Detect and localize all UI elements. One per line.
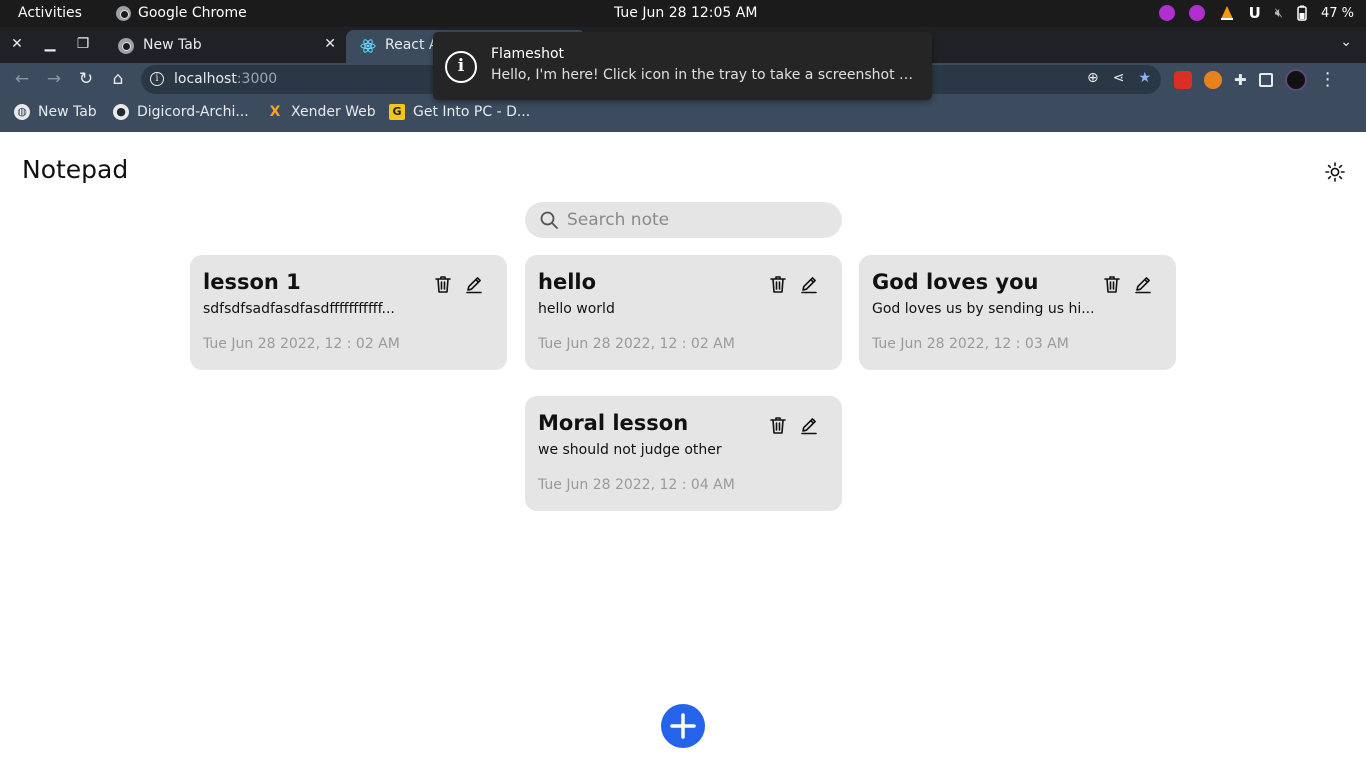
- notification-body: Hello, I'm here! Click icon in the tray …: [491, 67, 919, 83]
- volume-muted-icon[interactable]: 🔇︎: [1275, 6, 1283, 21]
- zoom-icon[interactable]: ⊕: [1087, 70, 1099, 86]
- forward-arrow-icon[interactable]: →: [43, 68, 65, 90]
- xender-icon: X: [269, 104, 281, 120]
- search-bar: [525, 202, 842, 238]
- app-menu[interactable]: Google Chrome: [116, 5, 247, 21]
- flameshot-notification[interactable]: i Flameshot Hello, I'm here! Click icon …: [433, 32, 932, 100]
- delete-trash-icon[interactable]: [768, 274, 788, 294]
- bookmark-getintopc[interactable]: G Get Into PC - D...: [389, 104, 530, 120]
- chrome-icon: [118, 38, 134, 54]
- bookmark-new-tab[interactable]: ◍ New Tab: [14, 104, 97, 120]
- profile-avatar[interactable]: [1284, 69, 1307, 91]
- share-icon[interactable]: ⋖: [1113, 70, 1125, 86]
- note-body: we should not judge other: [538, 442, 722, 458]
- activities-button[interactable]: Activities: [18, 5, 82, 21]
- add-note-button[interactable]: [661, 704, 705, 748]
- tab-search-chevron-icon[interactable]: ⌄: [1340, 34, 1352, 50]
- note-card[interactable]: hello hello world Tue Jun 28 2022, 12 : 02…: [525, 255, 842, 370]
- home-icon[interactable]: ⌂: [107, 68, 129, 90]
- note-date: Tue Jun 28 2022, 12 : 03 AM: [872, 336, 1069, 352]
- delete-trash-icon[interactable]: [1102, 274, 1122, 294]
- vlc-icon[interactable]: [1219, 5, 1235, 21]
- bookmark-xender[interactable]: X Xender Web: [267, 104, 376, 120]
- system-tray: U 🔇︎ 47 %: [1158, 4, 1354, 22]
- back-arrow-icon[interactable]: ←: [11, 68, 33, 90]
- edit-pencil-icon[interactable]: [799, 274, 819, 294]
- theme-toggle-sun-icon[interactable]: [1324, 161, 1346, 183]
- tab-title: New Tab: [143, 37, 202, 53]
- edit-pencil-icon[interactable]: [799, 415, 819, 435]
- tray-u-icon[interactable]: U: [1249, 4, 1261, 22]
- tab-close-icon[interactable]: ✕: [324, 36, 336, 52]
- note-title: hello: [538, 270, 597, 294]
- extension-icon[interactable]: [1174, 71, 1192, 89]
- side-panel-icon[interactable]: [1258, 73, 1273, 87]
- tray-app-icon[interactable]: [1188, 5, 1205, 21]
- page-title: Notepad: [22, 155, 129, 184]
- github-icon: ●: [113, 104, 129, 120]
- clock[interactable]: Tue Jun 28 12:05 AM: [614, 5, 757, 21]
- note-card[interactable]: God loves you God loves us by sending us …: [859, 255, 1176, 370]
- notification-title: Flameshot: [491, 46, 564, 62]
- tab-new-tab[interactable]: New Tab ✕: [104, 30, 346, 63]
- note-card[interactable]: lesson 1 sdfsdfsadfasdfasdfffffffffff... T…: [190, 255, 507, 370]
- system-top-bar: Activities Google Chrome Tue Jun 28 12:0…: [0, 0, 1366, 27]
- note-body: sdfsdfsadfasdfasdfffffffffff...: [203, 301, 395, 317]
- chrome-menu-icon[interactable]: ⋮: [1319, 71, 1337, 89]
- tray-app-icon[interactable]: [1158, 5, 1175, 21]
- site-info-icon[interactable]: i: [150, 72, 164, 86]
- bookmark-star-icon[interactable]: ★: [1138, 70, 1151, 86]
- url-text[interactable]: localhost:3000: [174, 71, 277, 87]
- minimize-window-icon[interactable]: ▁: [39, 33, 61, 55]
- edit-pencil-icon[interactable]: [1133, 274, 1153, 294]
- note-date: Tue Jun 28 2022, 12 : 02 AM: [203, 336, 400, 352]
- bookmark-digicord[interactable]: ● Digicord-Archi...: [113, 104, 249, 120]
- note-card[interactable]: Moral lesson we should not judge other Tue…: [525, 396, 842, 511]
- delete-trash-icon[interactable]: [433, 274, 453, 294]
- getintopc-icon: G: [389, 104, 405, 120]
- chrome-icon: [116, 5, 131, 21]
- search-input[interactable]: [567, 202, 827, 238]
- note-title: God loves you: [872, 270, 1039, 294]
- note-body: God loves us by sending us hi...: [872, 301, 1095, 317]
- plus-icon: [670, 713, 696, 739]
- metamask-icon[interactable]: [1204, 71, 1222, 89]
- app-menu-label: Google Chrome: [138, 5, 247, 21]
- note-date: Tue Jun 28 2022, 12 : 02 AM: [538, 336, 735, 352]
- bookmarks-bar: ◍ New Tab ● Digicord-Archi... X Xender W…: [0, 96, 1366, 132]
- delete-trash-icon[interactable]: [768, 415, 788, 435]
- info-icon: i: [445, 51, 477, 83]
- battery-icon[interactable]: [1297, 5, 1307, 21]
- search-icon: [540, 211, 558, 229]
- battery-percent: 47 %: [1320, 5, 1354, 21]
- globe-icon: ◍: [14, 104, 30, 120]
- note-title: lesson 1: [203, 270, 301, 294]
- close-window-icon[interactable]: ✕: [6, 33, 28, 55]
- edit-pencil-icon[interactable]: [464, 274, 484, 294]
- note-date: Tue Jun 28 2022, 12 : 04 AM: [538, 477, 735, 493]
- extensions-puzzle-icon[interactable]: ✚: [1234, 71, 1247, 89]
- note-body: hello world: [538, 301, 615, 317]
- reload-icon[interactable]: ↻: [75, 68, 97, 90]
- restore-window-icon[interactable]: ❐: [72, 33, 94, 55]
- note-title: Moral lesson: [538, 411, 689, 435]
- tab-title: React A: [385, 37, 439, 53]
- react-icon: [360, 39, 376, 53]
